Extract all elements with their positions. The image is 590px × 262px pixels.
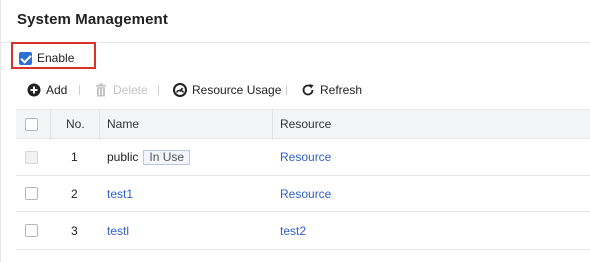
row-checkbox[interactable] [25, 224, 38, 237]
row-checkbox [25, 150, 38, 164]
refresh-label: Refresh [320, 83, 363, 97]
header-resource: Resource [280, 117, 332, 131]
row-resource-link[interactable]: Resource [280, 150, 331, 164]
trash-icon [96, 83, 106, 97]
enable-label: Enable [37, 51, 75, 65]
refresh-button[interactable]: Refresh [301, 82, 362, 98]
row-checkbox-cell [25, 139, 38, 175]
plus-circle-icon [27, 83, 41, 97]
row-name-link[interactable]: test1 [107, 187, 133, 201]
column-divider [99, 110, 100, 140]
row-no: 1 [71, 150, 78, 164]
toolbar-separator [79, 85, 80, 95]
row-name-cell: testl [107, 212, 129, 249]
system-management-page: System Management Enable Add Delete Reso… [0, 0, 590, 262]
row-checkbox[interactable] [25, 187, 38, 200]
row-name-cell: test1 [107, 176, 133, 211]
row-resource-link[interactable]: test2 [280, 224, 306, 238]
page-title: System Management [17, 11, 168, 28]
enable-checkbox[interactable] [19, 52, 32, 65]
row-resource-link[interactable]: Resource [280, 187, 331, 201]
toolbar-separator [286, 85, 287, 95]
select-all-checkbox[interactable] [25, 117, 38, 131]
row-name-link[interactable]: testl [107, 224, 129, 238]
gauge-icon [173, 83, 187, 97]
row-checkbox-cell [25, 212, 38, 249]
select-all-cell [25, 110, 38, 138]
table-row[interactable]: 3 testl test2 [16, 212, 590, 250]
add-button[interactable]: Add [27, 82, 67, 98]
table-row[interactable]: 2 test1 Resource [16, 176, 590, 212]
column-divider [50, 110, 51, 140]
row-resource-cell: Resource [280, 139, 331, 175]
toolbar-separator [158, 85, 159, 95]
header-no: No. [66, 117, 85, 131]
in-use-badge: In Use [143, 149, 191, 165]
table-row[interactable]: 1 public In Use Resource [16, 139, 590, 176]
row-resource-cell: test2 [280, 212, 306, 249]
toolbar: Add Delete Resource Usage Refresh [1, 80, 590, 100]
delete-button[interactable]: Delete [94, 82, 148, 98]
enable-toggle[interactable]: Enable [11, 42, 96, 69]
row-resource-cell: Resource [280, 176, 331, 211]
header-name: Name [107, 117, 140, 131]
row-no: 2 [71, 186, 78, 201]
row-name-cell: public In Use [107, 139, 191, 175]
resource-usage-label: Resource Usage [192, 83, 282, 97]
row-checkbox-cell [25, 176, 38, 211]
resource-usage-button[interactable]: Resource Usage [173, 82, 281, 98]
row-name: public [107, 150, 139, 164]
delete-label: Delete [113, 83, 148, 97]
column-divider [272, 110, 273, 140]
add-label: Add [46, 83, 68, 97]
table-header: No. Name Resource [16, 109, 590, 140]
row-no: 3 [71, 223, 78, 238]
refresh-icon [302, 84, 314, 96]
